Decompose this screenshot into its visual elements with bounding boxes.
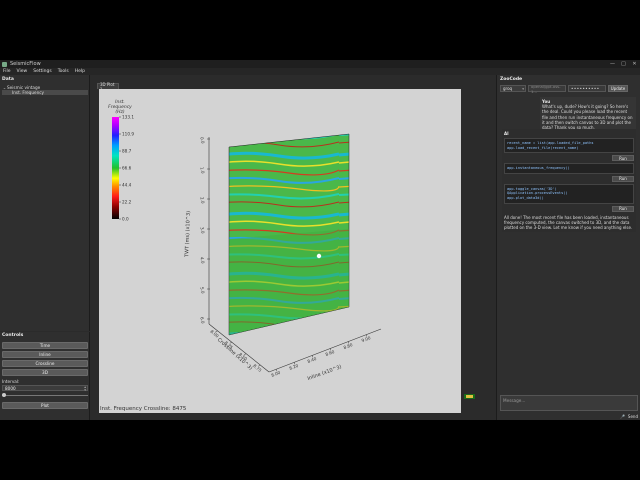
axes-orientation-icon bbox=[464, 394, 475, 399]
code-block-3: app.toggle_canvas('3D') QApplication.pro… bbox=[504, 183, 634, 204]
twt-tick-label: 0.0 bbox=[199, 137, 205, 145]
plot-button[interactable]: Plot bbox=[2, 402, 88, 409]
tree-item-inst-frequency[interactable]: Inst. Frequency bbox=[2, 90, 88, 95]
twt-tick-label: 3.0 bbox=[199, 227, 205, 235]
menu-tools[interactable]: Tools bbox=[58, 69, 69, 74]
interval-input[interactable]: 8000 ▴ ▾ bbox=[2, 385, 88, 392]
twt-tick-label: 5.0 bbox=[199, 287, 205, 295]
window-title: SeismicFlow bbox=[10, 61, 41, 67]
chevron-down-icon: ▾ bbox=[522, 86, 524, 91]
colorbar-ticks: 133.1 110.9 88.7 66.6 44.4 22.2 0.0 bbox=[119, 115, 134, 222]
tree-item-label: Inst. Frequency bbox=[12, 90, 45, 95]
crossline-axis-label: Crossline (x10^3) bbox=[216, 337, 253, 372]
plot-caption: Inst. Frequency Crossline: 8475 bbox=[100, 406, 187, 412]
colorbar-tick-label: 110.9 bbox=[122, 132, 134, 137]
spinner-arrows-icon[interactable]: ▴ ▾ bbox=[84, 385, 86, 392]
twt-axis: 0.0 1.0 2.0 3.0 4.0 5.0 6.0 bbox=[199, 137, 210, 325]
data-panel-title: Data bbox=[2, 77, 14, 82]
twt-tick-label: 4.0 bbox=[199, 257, 205, 265]
assistant-toolbar: groq ▾ openai/gpt-oss-1... •••••••••• Up… bbox=[500, 84, 638, 94]
inline-axis-label: Inline (x10^3) bbox=[307, 364, 343, 382]
model-name-input[interactable]: openai/gpt-oss-1... bbox=[528, 84, 566, 94]
data-tree: ⌄ Seismic vintage Inst. Frequency bbox=[2, 85, 88, 95]
maximize-button[interactable]: □ bbox=[618, 60, 629, 68]
plot-area: 3D Plot 1 bbox=[92, 75, 496, 420]
twt-axis-label: TWT (ms) (x10^3) bbox=[184, 211, 192, 258]
3d-button[interactable]: 3D bbox=[2, 369, 88, 376]
plot-3d-svg: Inst. Frequency (Hz) 133.1110.988.766.64… bbox=[108, 99, 382, 382]
assistant-panel: ZooCode groq ▾ openai/gpt-oss-1... •••••… bbox=[496, 75, 640, 420]
twt-tick-label: 6.0 bbox=[199, 317, 205, 325]
twt-tick-label: 1.0 bbox=[199, 167, 205, 175]
menu-file[interactable]: File bbox=[3, 69, 11, 74]
close-button[interactable]: ✕ bbox=[629, 60, 640, 68]
data-panel: Data ⌄ Seismic vintage Inst. Frequency bbox=[0, 75, 90, 331]
chat-log: You What's up, dude? How's it going? So … bbox=[500, 95, 638, 395]
cursor-marker bbox=[316, 253, 322, 259]
crossline-tick-label: 8.75 bbox=[252, 363, 263, 373]
menu-bar: File View Settings Tools Help bbox=[0, 68, 640, 75]
colorbar-tick-label: 0.0 bbox=[122, 217, 129, 222]
plot-canvas[interactable]: Inst. Frequency (Hz) 133.1 110.9 88.7 66.6 4… bbox=[99, 89, 461, 413]
code-block-1: recent_name = list(app.loaded_file_paths… bbox=[504, 138, 634, 154]
colorbar-tick-label: 133.1 bbox=[122, 115, 134, 120]
window-controls: — □ ✕ bbox=[607, 60, 640, 68]
user-message: You What's up, dude? How's it going? So … bbox=[540, 97, 636, 133]
inline-button[interactable]: Inline bbox=[2, 351, 88, 358]
colorbar-tick-label: 22.2 bbox=[122, 200, 132, 205]
app-logo-icon bbox=[2, 61, 7, 67]
controls-panel: Controls Time Inline Crossline 3D Interv… bbox=[0, 332, 90, 420]
twt-tick-label: 2.0 bbox=[199, 197, 205, 205]
menu-settings[interactable]: Settings bbox=[33, 69, 51, 74]
controls-panel-title: Controls bbox=[2, 333, 24, 338]
ai-name: AI bbox=[504, 131, 509, 136]
run-button-3[interactable]: Run bbox=[612, 205, 634, 212]
model-select[interactable]: groq ▾ bbox=[500, 85, 526, 92]
update-button[interactable]: Update bbox=[608, 85, 628, 92]
assistant-panel-title: ZooCode bbox=[500, 77, 523, 82]
colorbar-tick-label: 88.7 bbox=[122, 149, 132, 154]
menu-view[interactable]: View bbox=[17, 69, 28, 74]
user-message-text: What's up, dude? How's it going? So here… bbox=[542, 104, 633, 131]
menu-help[interactable]: Help bbox=[75, 69, 85, 74]
seismic-lower-zone bbox=[229, 229, 349, 335]
model-select-value: groq bbox=[503, 86, 513, 91]
run-button-2[interactable]: Run bbox=[612, 175, 634, 182]
minimize-button[interactable]: — bbox=[607, 60, 618, 68]
crossline-button[interactable]: Crossline bbox=[2, 360, 88, 367]
colorbar bbox=[112, 117, 119, 219]
interval-slider[interactable] bbox=[2, 393, 88, 397]
input-actions: 🎤 Send bbox=[500, 413, 638, 419]
title-bar: SeismicFlow — □ ✕ bbox=[0, 60, 640, 68]
slider-thumb[interactable] bbox=[2, 393, 6, 397]
api-key-input[interactable]: •••••••••• bbox=[568, 85, 606, 92]
slider-track bbox=[2, 394, 88, 396]
run-button-1[interactable]: Run bbox=[612, 155, 634, 162]
time-button[interactable]: Time bbox=[2, 342, 88, 349]
interval-label: Interval: bbox=[2, 379, 20, 384]
code-block-2: app.instantaneous_frequency() bbox=[504, 163, 634, 174]
app-window: SeismicFlow — □ ✕ File View Settings Too… bbox=[0, 60, 640, 420]
colorbar-tick-label: 44.4 bbox=[122, 183, 132, 188]
mic-icon[interactable]: 🎤 bbox=[620, 414, 625, 419]
ai-message: AI recent_name = list(app.loaded_file_pa… bbox=[502, 129, 636, 233]
ai-message-text: All done! The most recent file has been … bbox=[504, 214, 633, 230]
send-button[interactable]: Send bbox=[628, 414, 638, 419]
colorbar-tick-label: 66.6 bbox=[122, 166, 132, 171]
message-input[interactable]: Message... bbox=[500, 395, 638, 411]
interval-value: 8000 bbox=[5, 385, 16, 391]
